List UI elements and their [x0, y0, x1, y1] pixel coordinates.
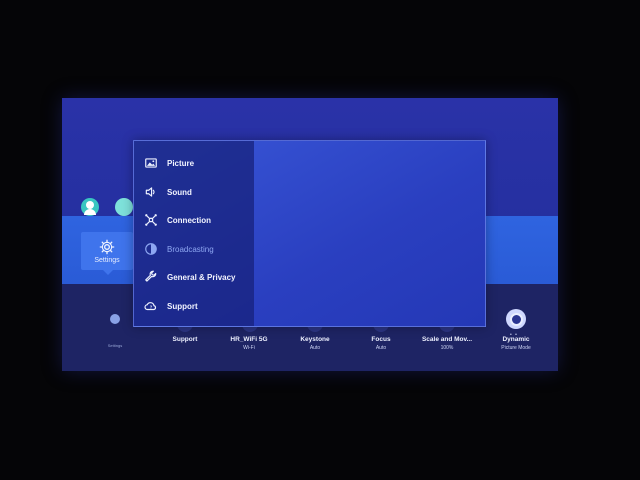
quick-setting-scale[interactable]: Scale and Mov... 100%: [417, 336, 477, 351]
settings-panel: Picture Sound Connection Broadcasting Ge…: [133, 140, 486, 327]
speaker-icon: [145, 187, 155, 197]
menu-item-label: Support: [167, 301, 198, 311]
menu-item-label: Sound: [167, 187, 192, 197]
settings-tile-label: Settings: [94, 256, 120, 264]
connection-icon: [145, 214, 157, 226]
menu-item-broadcasting[interactable]: Broadcasting: [134, 235, 254, 263]
quick-setting-subtitle: Auto: [309, 345, 321, 351]
quick-setting-picture-mode[interactable]: Dynamic Picture Mode: [486, 336, 546, 351]
menu-item-label: General & Privacy: [167, 272, 236, 282]
home-dot-label: Settings: [107, 343, 123, 348]
menu-item-support[interactable]: ? Support: [134, 292, 254, 320]
settings-tile[interactable]: Settings: [81, 232, 133, 270]
quick-setting-subtitle: Wi-Fi: [243, 345, 255, 351]
quick-setting-title: Support: [172, 336, 198, 343]
menu-item-picture[interactable]: Picture: [134, 149, 254, 177]
picture-mode-icon: [506, 309, 526, 329]
wrench-icon: [145, 270, 157, 282]
tv-screen: Settings Settings Support HR_WiFi 5G Wi-…: [62, 98, 558, 371]
picture-icon: [145, 158, 157, 168]
menu-item-label: Connection: [167, 215, 211, 225]
quick-setting-title: Focus: [371, 336, 391, 343]
broadcast-icon: [145, 243, 157, 255]
quick-setting-focus[interactable]: Focus Auto: [351, 336, 411, 351]
menu-item-label: Picture: [167, 158, 195, 168]
quick-setting-title: Keystone: [300, 336, 330, 343]
quick-setting-subtitle: Picture Mode: [501, 345, 531, 351]
quick-setting-keystone[interactable]: Keystone Auto: [285, 336, 345, 351]
settings-menu: Picture Sound Connection Broadcasting Ge…: [134, 141, 254, 326]
support-cloud-icon: ?: [144, 302, 157, 311]
gear-icon: [99, 239, 115, 254]
menu-item-label: Broadcasting: [167, 244, 214, 254]
quick-setting-subtitle: 100%: [440, 345, 454, 351]
profile-avatar[interactable]: [81, 198, 99, 216]
quick-setting-title: HR_WiFi 5G: [230, 336, 268, 343]
quick-setting-wifi[interactable]: HR_WiFi 5G Wi-Fi: [219, 336, 279, 351]
profile-avatar-2[interactable]: [115, 198, 133, 216]
quick-setting-title: Scale and Mov...: [421, 336, 473, 343]
svg-text:?: ?: [150, 304, 153, 309]
quick-setting-subtitle: Auto: [375, 345, 387, 351]
menu-item-sound[interactable]: Sound: [134, 178, 254, 206]
menu-item-general-privacy[interactable]: General & Privacy: [134, 263, 254, 291]
quick-setting-support[interactable]: Support: [155, 336, 215, 345]
home-dot[interactable]: [110, 314, 120, 324]
focus-pointer: [103, 270, 113, 275]
menu-item-connection[interactable]: Connection: [134, 206, 254, 234]
quick-setting-title: Dynamic: [502, 336, 530, 343]
